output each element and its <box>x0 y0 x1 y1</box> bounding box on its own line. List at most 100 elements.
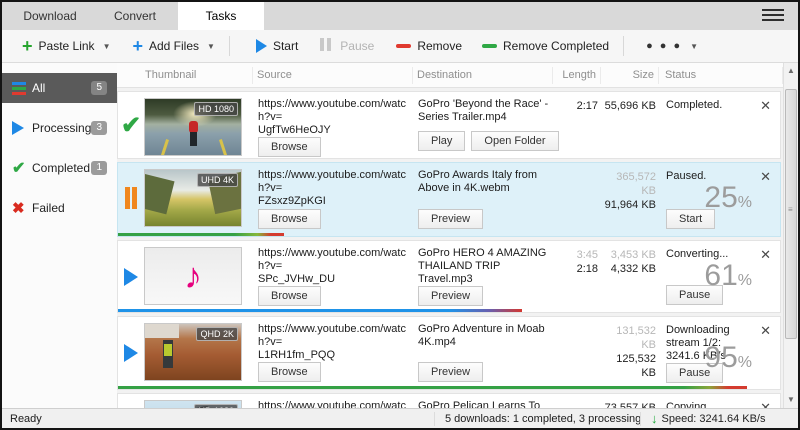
destination-file: GoPro Adventure in Moab 4K.mp4 <box>418 323 550 349</box>
vertical-scrollbar[interactable]: ▲ ≡ ▼ <box>783 63 797 408</box>
close-icon[interactable]: ✕ <box>760 248 771 261</box>
tab-bar: Download Convert Tasks <box>2 2 798 30</box>
preview-button[interactable]: Preview <box>418 286 483 306</box>
task-row[interactable]: QHD 2K https://www.youtube.com/watch?v=L… <box>117 316 781 390</box>
browse-button[interactable]: Browse <box>258 209 321 229</box>
tab-download[interactable]: Download <box>7 2 93 30</box>
add-files-button[interactable]: + Add Files ▼ <box>126 35 220 57</box>
play-icon <box>256 39 267 53</box>
paused-status-icon <box>124 187 138 212</box>
count-badge: 5 <box>91 81 107 95</box>
source-url: https://www.youtube.com/watch?v=L1RH1fm_… <box>258 323 408 362</box>
pause-button[interactable]: Pause <box>314 34 380 58</box>
progress-bar <box>118 386 747 389</box>
remove-completed-icon <box>482 44 497 48</box>
tab-tasks[interactable]: Tasks <box>178 2 264 30</box>
video-thumbnail: UHD 4K <box>144 169 242 227</box>
completed-status-icon: ✔ <box>121 111 141 140</box>
remove-label: Remove <box>417 39 462 53</box>
paste-link-label: Paste Link <box>39 39 95 53</box>
destination-file: GoPro HERO 4 AMAZING THAILAND TRIP Trave… <box>418 247 550 286</box>
status-bar: Ready 5 downloads: 1 completed, 3 proces… <box>2 408 798 428</box>
browse-button[interactable]: Browse <box>258 286 321 306</box>
size-cell: 55,696 KB <box>602 92 660 158</box>
menu-icon[interactable] <box>762 9 784 23</box>
length-cell: 2:17 <box>554 92 602 158</box>
sidebar-item-processing[interactable]: Processing 3 <box>2 113 117 143</box>
sidebar-label: Completed <box>32 161 90 175</box>
pause-label: Pause <box>340 39 374 53</box>
source-url: https://www.youtube.com/watch?v=FZsxz9Zp… <box>258 169 408 208</box>
play-button[interactable]: Play <box>418 131 465 151</box>
sidebar-item-failed[interactable]: ✖ Failed <box>2 193 117 223</box>
plus-icon: + <box>22 39 33 53</box>
scrollbar-grip: ≡ <box>788 208 794 212</box>
browse-button[interactable]: Browse <box>258 137 321 157</box>
processing-icon <box>12 121 32 135</box>
sidebar-item-all[interactable]: All 5 <box>2 73 117 103</box>
toolbar: + Paste Link ▼ + Add Files ▼ Start Pause… <box>2 30 798 63</box>
chevron-down-icon[interactable]: ▼ <box>103 42 111 51</box>
more-actions-button[interactable]: ● ● ● ▼ <box>640 36 704 56</box>
progress-percent: 25% <box>704 183 752 218</box>
task-row[interactable]: ♪ https://www.youtube.com/watch?v=SPc_JV… <box>117 240 781 313</box>
size-cell: 365,572 KB 91,964 KB <box>602 163 660 236</box>
table-header: Thumbnail Source Destination Length Size… <box>117 63 783 88</box>
count-badge: 3 <box>91 121 107 135</box>
task-row-selected[interactable]: UHD 4K https://www.youtube.com/watch?v=F… <box>117 162 781 237</box>
col-length: Length <box>553 67 601 84</box>
browse-button[interactable]: Browse <box>258 362 321 382</box>
close-icon[interactable]: ✕ <box>760 99 771 112</box>
download-arrow-icon: ↓ <box>651 412 658 426</box>
destination-file: GoPro Pelican Learns To Fish.mp4 <box>418 400 550 408</box>
length-cell <box>554 163 602 236</box>
add-files-label: Add Files <box>149 39 199 53</box>
sidebar-item-completed[interactable]: ✔ Completed 1 <box>2 153 117 183</box>
progress-bar <box>118 233 284 236</box>
close-icon[interactable]: ✕ <box>760 170 771 183</box>
app-window: Download Convert Tasks + Paste Link ▼ + … <box>0 0 800 430</box>
tab-convert[interactable]: Convert <box>92 2 178 30</box>
scrollbar-thumb[interactable]: ≡ <box>785 89 797 339</box>
sidebar-label: All <box>32 81 45 95</box>
x-icon: ✖ <box>12 199 32 217</box>
scroll-up-icon[interactable]: ▲ <box>785 64 797 78</box>
task-row[interactable]: HD 1080 https://www.youtube.com/watch?v=… <box>117 393 781 408</box>
length-cell: 3:45 2:18 <box>554 241 602 312</box>
chevron-down-icon[interactable]: ▼ <box>207 42 215 51</box>
status-text: Copying... <box>666 401 756 408</box>
destination-file: GoPro 'Beyond the Race' - Series Trailer… <box>418 98 550 124</box>
size-cell: 3,453 KB 4,332 KB <box>602 241 660 312</box>
remove-completed-label: Remove Completed <box>503 39 609 53</box>
chevron-down-icon: ▼ <box>690 42 698 51</box>
quality-badge: UHD 4K <box>197 173 238 187</box>
progress-percent: 61% <box>704 261 752 296</box>
remove-completed-button[interactable]: Remove Completed <box>476 35 615 57</box>
source-url: https://www.youtube.com/watch?v=UgfTw6He… <box>258 98 408 137</box>
video-thumbnail: HD 1080 <box>144 98 242 156</box>
scroll-down-icon[interactable]: ▼ <box>785 393 797 407</box>
close-icon[interactable]: ✕ <box>760 401 771 408</box>
task-table: Thumbnail Source Destination Length Size… <box>117 63 783 408</box>
col-size: Size <box>601 67 659 84</box>
processing-status-icon <box>124 268 138 286</box>
start-label: Start <box>273 39 298 53</box>
sidebar-label: Failed <box>32 201 65 215</box>
destination-file: GoPro Awards Italy from Above in 4K.webm <box>418 169 550 195</box>
open-folder-button[interactable]: Open Folder <box>471 131 558 151</box>
start-button[interactable]: Start <box>250 35 304 57</box>
col-source: Source <box>253 67 413 84</box>
preview-button[interactable]: Preview <box>418 362 483 382</box>
audio-thumbnail: ♪ <box>144 247 242 305</box>
plus-icon: + <box>132 39 143 53</box>
close-icon[interactable]: ✕ <box>760 324 771 337</box>
size-cell: 131,532 KB 125,532 KB <box>602 317 660 389</box>
paste-link-button[interactable]: + Paste Link ▼ <box>16 35 116 57</box>
toolbar-separator <box>229 36 230 56</box>
length-cell <box>554 394 602 408</box>
preview-button[interactable]: Preview <box>418 209 483 229</box>
task-row[interactable]: ✔ HD 1080 https://www.youtube.com/watch?… <box>117 91 781 159</box>
all-tasks-icon <box>12 81 32 96</box>
video-thumbnail: QHD 2K <box>144 323 242 381</box>
remove-button[interactable]: Remove <box>390 35 468 57</box>
